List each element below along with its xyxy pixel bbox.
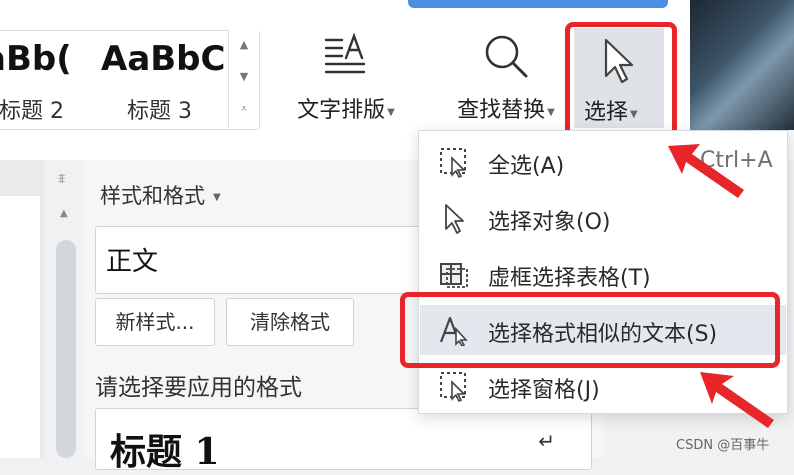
arrow-to-similar-format-icon: [700, 372, 774, 428]
annotation-arrows: [668, 144, 774, 428]
watermark-text: CSDN @百事牛: [676, 438, 770, 453]
arrow-to-select-button-icon: [668, 144, 744, 198]
